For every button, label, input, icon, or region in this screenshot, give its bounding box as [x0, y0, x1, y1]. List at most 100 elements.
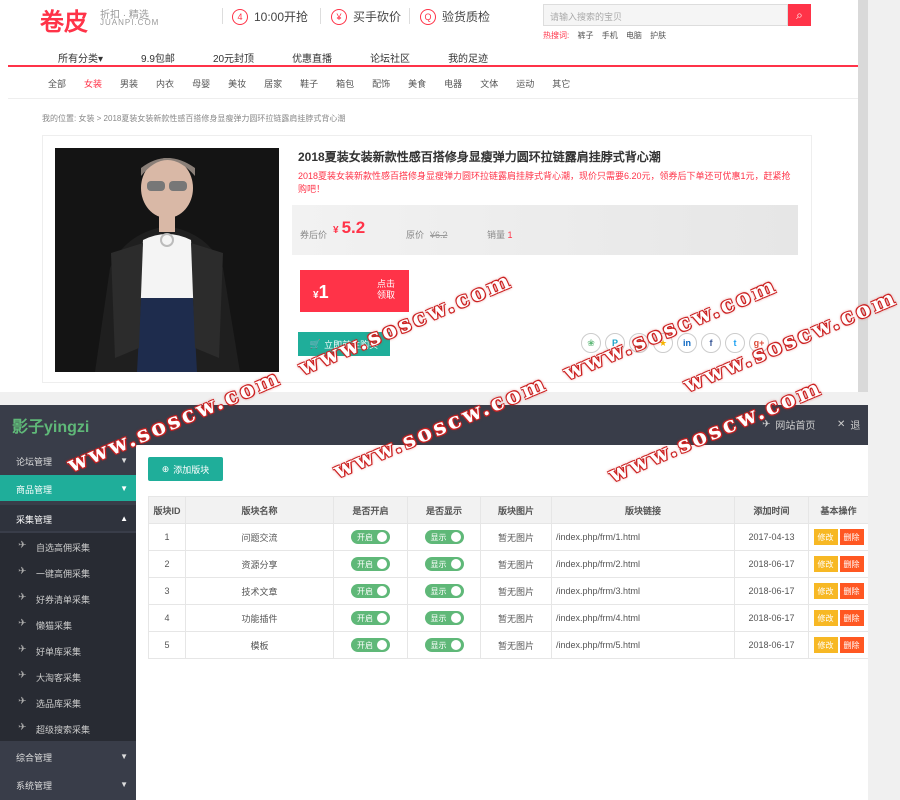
facebook-icon[interactable]: f [701, 333, 721, 353]
shop-logo[interactable]: 卷皮 [40, 2, 88, 37]
category-tab[interactable]: 内衣 [156, 79, 174, 89]
open-switch[interactable]: 开启 [351, 584, 390, 598]
sidebar-group-general[interactable]: 综合管理 ▼ [0, 743, 136, 769]
edit-button[interactable]: 修改 [813, 637, 838, 653]
category-tab[interactable]: 女装 [84, 79, 102, 89]
delete-button[interactable]: 删除 [839, 610, 864, 626]
hot-word[interactable]: 护肤 [650, 31, 666, 40]
category-tab[interactable]: 文体 [480, 79, 498, 89]
search-icon: ⌕ [796, 7, 803, 22]
edit-button[interactable]: 修改 [813, 556, 838, 572]
admin-logo[interactable]: 影子yingzi [12, 413, 89, 437]
open-switch[interactable]: 开启 [351, 530, 390, 544]
cell-show: 显示 [407, 604, 481, 632]
sidebar-item[interactable]: ✈ 一键高佣采集 [0, 559, 136, 585]
category-tab[interactable]: 美妆 [228, 79, 246, 89]
switch-label: 显示 [430, 559, 447, 569]
category-tab[interactable]: 美食 [408, 79, 426, 89]
category-tab[interactable]: 母婴 [192, 79, 210, 89]
switch-label: 开启 [357, 532, 373, 542]
sidebar-item-label: 一键高佣采集 [36, 569, 91, 579]
category-tab[interactable]: 箱包 [336, 79, 354, 89]
edit-button[interactable]: 修改 [813, 583, 838, 599]
category-tab[interactable]: 全部 [48, 79, 66, 89]
switch-label: 显示 [430, 586, 447, 596]
edit-button[interactable]: 修改 [813, 529, 838, 545]
show-switch[interactable]: 显示 [424, 638, 464, 652]
sidebar-item[interactable]: ✈ 超级搜索采集 [0, 715, 136, 741]
show-switch[interactable]: 显示 [424, 530, 464, 544]
delete-button[interactable]: 删除 [839, 583, 864, 599]
sidebar-item[interactable]: ✈ 懒猫采集 [0, 611, 136, 637]
product-title[interactable]: 2018夏装女装新款性感百搭修身显瘦弹力圆环拉链露肩挂脖式背心潮 [298, 148, 661, 165]
search-button[interactable]: ⌕ [788, 4, 811, 26]
main-nav-item[interactable]: 优惠直播 [292, 50, 332, 65]
cell-link: /index.php/frm/3.html [551, 577, 735, 605]
category-tab[interactable]: 居家 [264, 79, 282, 89]
open-switch[interactable]: 开启 [351, 638, 390, 652]
coupon-amount: ¥1 [313, 282, 329, 303]
cell-name: 模板 [185, 631, 334, 659]
sidebar-group-system[interactable]: 系统管理 ▼ [0, 771, 136, 797]
search-input[interactable]: 请输入搜索的宝贝 [543, 4, 788, 26]
category-tab[interactable]: 电器 [444, 79, 462, 89]
send-icon: ✈ [18, 566, 27, 577]
show-switch[interactable]: 显示 [424, 611, 464, 625]
cell-image: 暂无图片 [480, 577, 552, 605]
main-nav-item[interactable]: 20元封顶 [213, 50, 254, 65]
logout-link[interactable]: ✕ 退 [837, 417, 860, 432]
sidebar-item[interactable]: ✈ 大淘客采集 [0, 663, 136, 689]
add-block-button[interactable]: ⊕ 添加版块 [148, 457, 223, 481]
sidebar-group-goods[interactable]: 商品管理 ▼ [0, 475, 136, 501]
main-nav-item[interactable]: 所有分类▾ [58, 50, 103, 65]
cell-link: /index.php/frm/4.html [551, 604, 735, 632]
hot-word[interactable]: 电脑 [626, 31, 642, 40]
chevron-up-icon: ▲ [120, 514, 128, 523]
price-panel [292, 205, 798, 255]
column-header: 基本操作 [808, 496, 869, 524]
divider [409, 8, 410, 24]
category-tab[interactable]: 运动 [516, 79, 534, 89]
category-tab[interactable]: 男装 [120, 79, 138, 89]
main-nav-item[interactable]: 我的足迹 [448, 50, 488, 65]
hot-searches: 热搜词: 裤子 手机 电脑 护肤 [543, 30, 672, 41]
sidebar-item-label: 大淘客采集 [36, 673, 82, 683]
chevron-down-icon: ▼ [120, 484, 128, 493]
column-header: 版块链接 [551, 496, 735, 524]
sidebar-group-collect[interactable]: 采集管理 ▲ [0, 505, 136, 531]
edit-button[interactable]: 修改 [813, 610, 838, 626]
cell-image: 暂无图片 [480, 550, 552, 578]
sidebar-item[interactable]: ✈ 好券清单采集 [0, 585, 136, 611]
sales-label: 销量 [487, 230, 506, 240]
show-switch[interactable]: 显示 [424, 557, 464, 571]
divider [8, 98, 858, 99]
category-tab[interactable]: 配饰 [372, 79, 390, 89]
show-switch[interactable]: 显示 [424, 584, 464, 598]
promo-bargain[interactable]: ¥ 买手砍价 [331, 8, 401, 25]
table-row: 1 问题交流 开启 显示 暂无图片/index.php/frm/1.html 2017-0… [148, 523, 869, 551]
sidebar-item[interactable]: ✈ 选品库采集 [0, 689, 136, 715]
promo-quality[interactable]: Q 验货质检 [420, 8, 490, 25]
product-image[interactable] [55, 148, 279, 372]
main-nav-item[interactable]: 论坛社区 [370, 50, 410, 65]
toggle-knob [450, 586, 461, 596]
open-switch[interactable]: 开启 [351, 611, 390, 625]
hot-word[interactable]: 手机 [602, 31, 618, 40]
category-tab[interactable]: 鞋子 [300, 79, 318, 89]
page-background [868, 395, 900, 800]
page-scrollbar[interactable] [858, 0, 868, 392]
open-switch[interactable]: 开启 [351, 557, 390, 571]
coupon-text: 点击 领取 [377, 279, 395, 301]
sidebar-item[interactable]: ✈ 自选高佣采集 [0, 533, 136, 559]
delete-button[interactable]: 删除 [839, 556, 864, 572]
main-nav-item[interactable]: 9.9包邮 [141, 50, 175, 65]
delete-button[interactable]: 删除 [839, 637, 864, 653]
hot-word[interactable]: 裤子 [577, 31, 593, 40]
promo-label: 10:00开抢 [254, 10, 309, 24]
sidebar-item[interactable]: ✈ 好单库采集 [0, 637, 136, 663]
category-tab[interactable]: 其它 [552, 79, 570, 89]
toggle-knob [450, 640, 461, 650]
promo-flash[interactable]: 4 10:00开抢 [232, 8, 308, 25]
cell-actions: 修改 删除 [808, 631, 869, 659]
delete-button[interactable]: 删除 [839, 529, 864, 545]
